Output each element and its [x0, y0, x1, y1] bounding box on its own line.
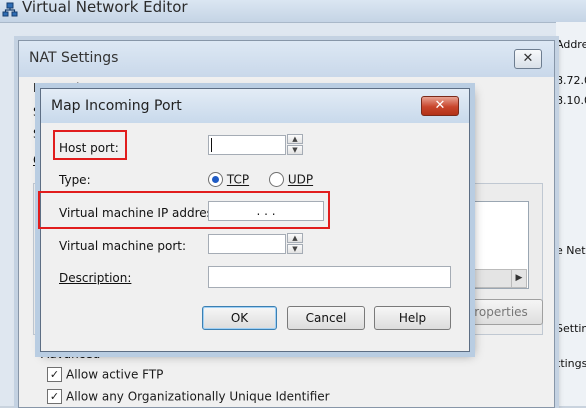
vne-settings-button[interactable]: Settin [556, 322, 586, 335]
text-cursor [211, 138, 212, 152]
vne-address-header: Addre [556, 38, 586, 51]
vm-ip-input[interactable]: . . . [208, 201, 324, 221]
cancel-button[interactable]: Cancel [287, 306, 365, 330]
vm-port-spinner[interactable]: ▲ ▼ [287, 233, 303, 254]
host-port-spinner[interactable]: ▲ ▼ [287, 134, 303, 155]
dialog-close-button[interactable]: ✕ [421, 96, 459, 116]
vne-window-title: Virtual Network Editor [22, 0, 188, 16]
vm-ip-label: Virtual machine IP address: [59, 206, 224, 220]
spin-down-icon[interactable]: ▼ [287, 244, 303, 254]
radio-selected-icon[interactable] [208, 172, 223, 187]
vne-add-network-button[interactable]: e Net [556, 244, 586, 257]
radio-unselected-icon[interactable] [269, 172, 284, 187]
allow-active-ftp-checkbox[interactable]: ✓ Allow active FTP [47, 367, 163, 383]
host-port-input[interactable] [208, 135, 286, 155]
type-tcp-radio[interactable]: TCP [208, 172, 249, 187]
network-icon [2, 2, 18, 17]
vne-address-row-1[interactable]: 8.72.0 [556, 74, 586, 87]
vm-port-label: Virtual machine port: [59, 239, 187, 253]
checkmark-icon[interactable]: ✓ [47, 389, 62, 404]
help-button[interactable]: Help [374, 306, 451, 330]
nat-close-button[interactable]: ✕ [514, 49, 542, 69]
scroll-right-icon[interactable]: ▶ [511, 269, 527, 288]
ok-button[interactable]: OK [202, 306, 277, 330]
dialog-title: Map Incoming Port [51, 98, 182, 114]
spin-up-icon[interactable]: ▲ [287, 233, 303, 243]
description-label: Description: [59, 271, 132, 285]
spin-up-icon[interactable]: ▲ [287, 134, 303, 144]
nat-titlebar: NAT Settings ✕ [19, 41, 554, 77]
allow-oui-label: Allow any Organizationally Unique Identi… [66, 389, 330, 404]
map-incoming-port-dialog: Map Incoming Port ✕ Host port: ▲ ▼ Type:… [40, 88, 470, 352]
allow-active-ftp-label: Allow active FTP [66, 367, 164, 382]
tcp-label: TCP [226, 172, 250, 187]
vne-titlebar: Virtual Network Editor [0, 0, 586, 23]
description-input[interactable] [208, 266, 451, 288]
checkmark-icon[interactable]: ✓ [47, 367, 62, 382]
dialog-titlebar: Map Incoming Port ✕ [41, 89, 469, 123]
type-udp-radio[interactable]: UDP [269, 172, 313, 187]
host-port-label: Host port: [59, 141, 119, 155]
vne-address-row-2[interactable]: 8.10.0 [556, 94, 586, 107]
vm-port-input[interactable] [208, 234, 286, 254]
spin-down-icon[interactable]: ▼ [287, 145, 303, 155]
properties-button[interactable]: roperties [459, 299, 543, 325]
nat-window-title: NAT Settings [29, 50, 119, 66]
type-label: Type: [59, 173, 91, 187]
udp-label: UDP [287, 172, 314, 187]
vne-settings-link[interactable]: ttings. [556, 357, 586, 370]
allow-oui-checkbox[interactable]: ✓ Allow any Organizationally Unique Ident… [47, 389, 330, 405]
